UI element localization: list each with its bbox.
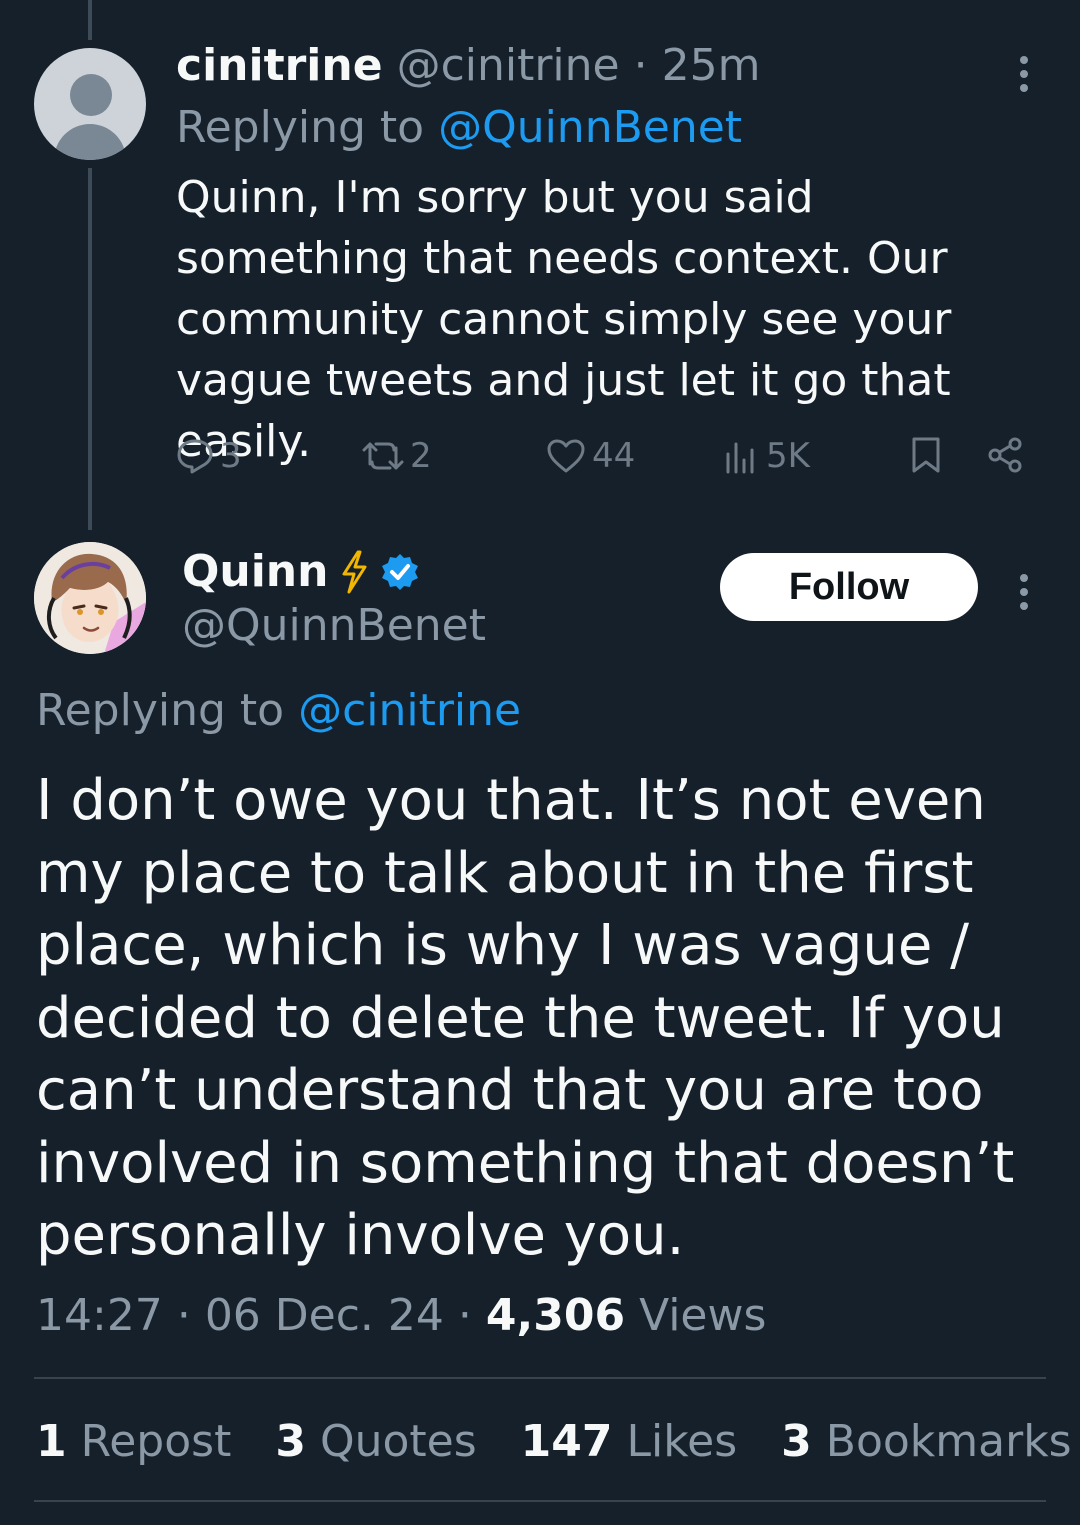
replying-to-handle[interactable]: @cinitrine [298,685,521,736]
like-icon [547,439,585,473]
stat-bookmarks[interactable]: 3 Bookmarks [781,1416,1071,1467]
share-icon [988,437,1022,473]
views-button[interactable]: 5K [724,436,810,476]
repost-count: 2 [410,436,432,476]
thread-line [88,168,92,530]
lightning-icon [342,550,367,594]
verified-badge-icon[interactable] [380,552,420,592]
like-button[interactable]: 44 [546,436,635,476]
timestamp[interactable]: 25m [662,40,761,91]
default-avatar-head [70,74,112,116]
separator: · [633,40,648,91]
views-icon [726,442,754,474]
tweet-time[interactable]: 14:27 [36,1290,163,1341]
stat-count: 3 [275,1416,306,1467]
bookmark-icon [912,437,940,473]
tweet-text: I don’t owe you that. It’s not even my p… [36,768,1015,1268]
replying-to-prefix: Replying to [36,685,285,736]
repost-icon [362,442,404,470]
replying-to: Replying to @cinitrine [36,683,521,739]
stat-label: Quotes [319,1416,477,1467]
divider [34,1377,1046,1379]
stat-count: 147 [520,1416,613,1467]
replying-to: Replying to @QuinnBenet [176,100,742,156]
stat-count: 1 [36,1416,67,1467]
stat-label: Repost [80,1416,232,1467]
tweet-header: cinitrine @cinitrine · 25m [176,38,760,94]
separator: · [176,1290,191,1341]
repost-button[interactable]: 2 [362,436,432,476]
anime-avatar-image [34,542,146,654]
author-name-row: Quinn [182,544,420,600]
display-name[interactable]: Quinn [182,544,328,600]
like-count: 44 [592,436,636,476]
handle[interactable]: @cinitrine [397,40,620,91]
replying-to-prefix: Replying to [176,102,425,153]
avatar[interactable] [34,48,146,160]
handle[interactable]: @QuinnBenet [182,598,486,654]
share-button[interactable] [986,436,1024,474]
follow-button[interactable]: Follow [720,553,978,621]
more-icon[interactable] [1018,574,1030,610]
thread-line [88,0,92,40]
separator: · [457,1290,472,1341]
engagement-stats: 1 Repost 3 Quotes 147 Likes 3 Bookmarks [36,1414,1080,1470]
tweet-actions: 3 2 44 5K [176,436,1036,486]
stat-quotes[interactable]: 3 Quotes [275,1416,476,1467]
default-avatar-body [54,124,126,160]
stat-likes[interactable]: 147 Likes [521,1416,738,1467]
views-count: 5K [766,436,810,476]
views-count: 4,306 [485,1290,626,1341]
stat-reposts[interactable]: 1 Repost [36,1416,231,1467]
stat-label: Likes [626,1416,738,1467]
views-label: Views [639,1290,767,1341]
avatar[interactable] [34,542,146,654]
tweet-text: Quinn, I'm sorry but you said something … [176,172,952,467]
divider [34,1500,1046,1502]
bookmark-button[interactable] [910,436,942,474]
tweet-date[interactable]: 06 Dec. 24 [205,1290,444,1341]
replying-to-handle[interactable]: @QuinnBenet [438,102,742,153]
reply-button[interactable]: 3 [176,436,242,476]
reply-icon [177,439,213,474]
tweet-meta: 14:27 · 06 Dec. 24 · 4,306 Views [36,1288,766,1344]
more-icon[interactable] [1018,56,1030,92]
display-name[interactable]: cinitrine [176,40,383,91]
reply-count: 3 [220,436,242,476]
stat-count: 3 [781,1416,812,1467]
stat-label: Bookmarks [825,1416,1072,1467]
